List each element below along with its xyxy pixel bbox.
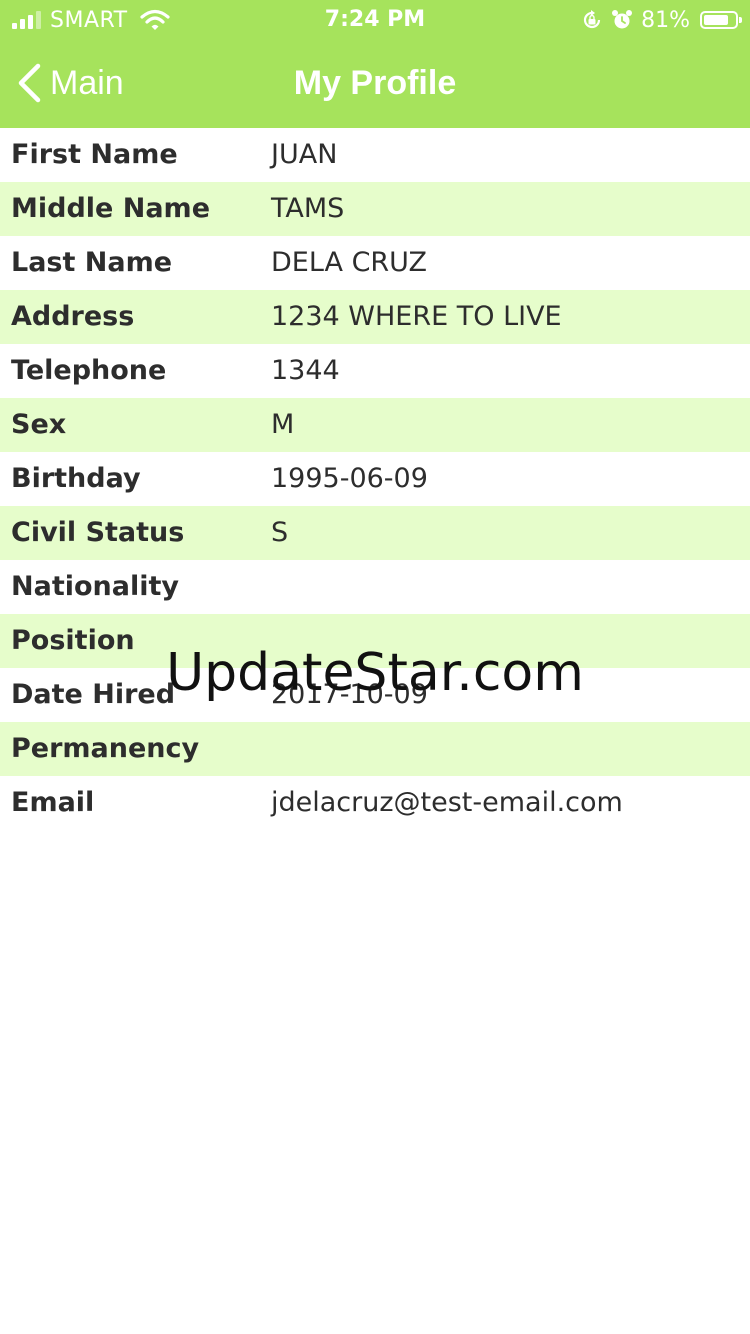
back-button[interactable]: Main bbox=[16, 60, 124, 106]
navigation-bar: Main My Profile bbox=[0, 40, 750, 128]
profile-field-value: S bbox=[271, 517, 289, 548]
profile-field-label: Middle Name bbox=[11, 193, 211, 224]
profile-list: First Name JUAN Middle Name TAMS Last Name DE… bbox=[0, 128, 750, 830]
profile-field-label: Email bbox=[11, 787, 95, 818]
profile-field-label: Address bbox=[11, 301, 135, 332]
profile-row: Address 1234 WHERE TO LIVE bbox=[0, 290, 750, 344]
profile-field-label: Civil Status bbox=[11, 517, 185, 548]
profile-field-value: 1995-06-09 bbox=[271, 463, 428, 494]
profile-field-label: Permanency bbox=[11, 733, 200, 764]
profile-row: Civil Status S bbox=[0, 506, 750, 560]
alarm-icon bbox=[612, 10, 633, 29]
profile-row: Email jdelacruz@test-email.com bbox=[0, 776, 750, 830]
profile-row: Date Hired 2017-10-09 bbox=[0, 668, 750, 722]
profile-field-value: jdelacruz@test-email.com bbox=[271, 787, 623, 818]
profile-field-label: Sex bbox=[11, 409, 67, 440]
profile-row: Permanency bbox=[0, 722, 750, 776]
battery-percent: 81% bbox=[641, 7, 690, 33]
header-bar: SMART 7:24 PM 81% Main My Profile bbox=[0, 0, 750, 128]
profile-row: Nationality bbox=[0, 560, 750, 614]
orientation-lock-icon bbox=[584, 10, 601, 29]
profile-field-value: 1344 bbox=[271, 355, 340, 386]
chevron-left-icon bbox=[18, 63, 41, 103]
profile-row: Telephone 1344 bbox=[0, 344, 750, 398]
profile-row: First Name JUAN bbox=[0, 128, 750, 182]
profile-field-label: Telephone bbox=[11, 355, 167, 386]
profile-field-label: Last Name bbox=[11, 247, 173, 278]
profile-row: Position bbox=[0, 614, 750, 668]
profile-field-value: M bbox=[271, 409, 295, 440]
profile-field-value: 1234 WHERE TO LIVE bbox=[271, 301, 562, 332]
profile-field-label: Birthday bbox=[11, 463, 141, 494]
profile-row: Sex M bbox=[0, 398, 750, 452]
back-label: Main bbox=[50, 63, 124, 102]
battery-icon bbox=[700, 11, 742, 29]
profile-row: Last Name DELA CRUZ bbox=[0, 236, 750, 290]
profile-field-label: Date Hired bbox=[11, 679, 176, 710]
profile-field-value: JUAN bbox=[271, 139, 338, 170]
profile-field-value: 2017-10-09 bbox=[271, 679, 428, 710]
profile-field-value: TAMS bbox=[271, 193, 345, 224]
profile-field-value: DELA CRUZ bbox=[271, 247, 427, 278]
status-bar: SMART 7:24 PM 81% bbox=[0, 0, 750, 40]
status-right: 81% bbox=[581, 6, 742, 34]
profile-screen: SMART 7:24 PM 81% Main My Profile First … bbox=[0, 0, 750, 1334]
profile-row: Birthday 1995-06-09 bbox=[0, 452, 750, 506]
profile-field-label: Nationality bbox=[11, 571, 179, 602]
profile-row: Middle Name TAMS bbox=[0, 182, 750, 236]
profile-field-label: First Name bbox=[11, 139, 178, 170]
profile-field-label: Position bbox=[11, 625, 135, 656]
